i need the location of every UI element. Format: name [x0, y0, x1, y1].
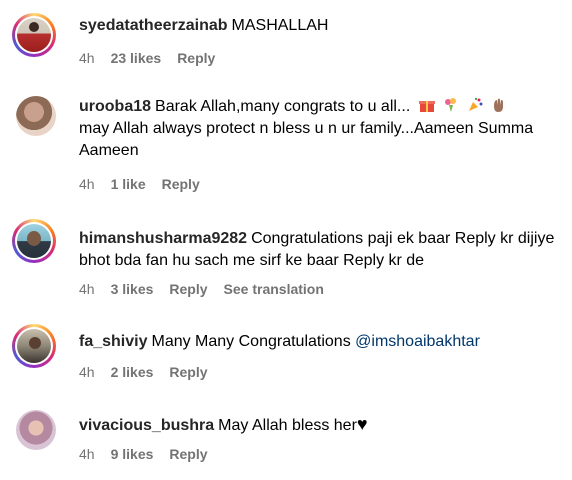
comment-time[interactable]: 4h: [79, 364, 95, 380]
see-translation-link[interactable]: See translation: [224, 281, 324, 297]
raised-hand-icon: [493, 98, 503, 112]
comment-likes[interactable]: 9 likes: [111, 446, 154, 462]
comment-username[interactable]: himanshusharma9282: [79, 230, 247, 247]
comment-text: MASHALLAH: [231, 17, 329, 34]
reply-button[interactable]: Reply: [177, 50, 215, 66]
comment-likes[interactable]: 3 likes: [111, 281, 154, 297]
story-ring-avatar[interactable]: [12, 13, 56, 57]
avatar: [17, 224, 51, 258]
avatar: [17, 18, 51, 52]
comment-text: May Allah bless her: [218, 417, 357, 434]
gift-icon: [418, 101, 435, 112]
comment-likes[interactable]: 1 like: [111, 176, 146, 192]
reply-button[interactable]: Reply: [169, 446, 207, 462]
comment-time[interactable]: 4h: [79, 50, 95, 66]
avatar[interactable]: [16, 96, 56, 136]
comment-time[interactable]: 4h: [79, 176, 95, 192]
avatar[interactable]: [16, 410, 56, 450]
comment-time[interactable]: 4h: [79, 281, 95, 297]
comment-text: Barak Allah,many congrats to u all...: [155, 98, 411, 115]
comment-text-continued: may Allah always protect n bless u n ur …: [79, 120, 534, 159]
reply-button[interactable]: Reply: [169, 364, 207, 380]
story-ring-avatar[interactable]: [12, 324, 56, 368]
comment-likes[interactable]: 2 likes: [111, 364, 154, 380]
comment-username[interactable]: syedatatheerzainab: [79, 17, 228, 34]
bouquet-icon: [444, 98, 456, 112]
comment-time[interactable]: 4h: [79, 446, 95, 462]
heart-icon: ♥: [356, 414, 368, 434]
comment-text: Many Many Congratulations: [151, 333, 351, 350]
avatar: [17, 329, 51, 363]
comment-username[interactable]: fa_shiviy: [79, 333, 147, 350]
reply-button[interactable]: Reply: [162, 176, 200, 192]
reply-button[interactable]: Reply: [169, 281, 207, 297]
comment-username[interactable]: urooba18: [79, 98, 151, 115]
mention-link[interactable]: @imshoaibakhtar: [355, 333, 480, 350]
comment-username[interactable]: vivacious_bushra: [79, 417, 214, 434]
story-ring-avatar[interactable]: [12, 219, 56, 263]
confetti-icon: [468, 97, 483, 111]
comment-likes[interactable]: 23 likes: [111, 50, 162, 66]
